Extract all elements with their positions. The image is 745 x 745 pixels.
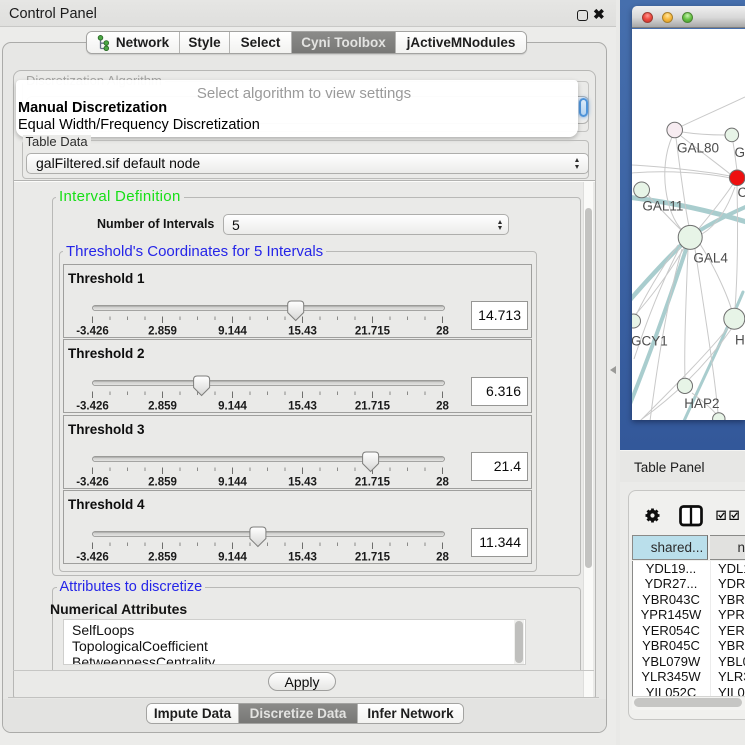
svg-text:28: 28 <box>436 552 449 564</box>
svg-text:2.859: 2.859 <box>148 552 177 564</box>
svg-text:15.43: 15.43 <box>288 325 317 337</box>
svg-text:9.144: 9.144 <box>218 325 247 337</box>
svg-text:GAL11: GAL11 <box>642 198 683 213</box>
svg-text:H: H <box>735 332 745 347</box>
svg-text:2.859: 2.859 <box>148 325 177 337</box>
svg-text:9.144: 9.144 <box>218 552 247 564</box>
svg-text:21.715: 21.715 <box>354 476 390 488</box>
svg-text:28: 28 <box>436 325 449 337</box>
svg-text:15.43: 15.43 <box>288 476 317 488</box>
svg-text:-3.426: -3.426 <box>76 325 109 337</box>
svg-text:HAP2: HAP2 <box>684 396 719 411</box>
svg-text:C: C <box>738 185 745 200</box>
svg-text:GAL80: GAL80 <box>677 140 719 155</box>
svg-text:2.859: 2.859 <box>148 401 177 413</box>
svg-text:GAL4: GAL4 <box>693 250 728 265</box>
svg-text:-3.426: -3.426 <box>76 401 109 413</box>
svg-text:-3.426: -3.426 <box>76 476 109 488</box>
svg-text:15.43: 15.43 <box>288 552 317 564</box>
svg-text:21.715: 21.715 <box>354 552 390 564</box>
svg-text:GCY1: GCY1 <box>632 333 668 348</box>
svg-text:28: 28 <box>436 476 449 488</box>
svg-text:9.144: 9.144 <box>218 401 247 413</box>
svg-text:-3.426: -3.426 <box>76 552 109 564</box>
svg-text:28: 28 <box>436 401 449 413</box>
svg-text:GA: GA <box>735 145 745 160</box>
svg-text:15.43: 15.43 <box>288 401 317 413</box>
svg-text:21.715: 21.715 <box>354 325 390 337</box>
svg-text:2.859: 2.859 <box>148 476 177 488</box>
svg-text:9.144: 9.144 <box>218 476 247 488</box>
svg-text:21.715: 21.715 <box>354 401 390 413</box>
